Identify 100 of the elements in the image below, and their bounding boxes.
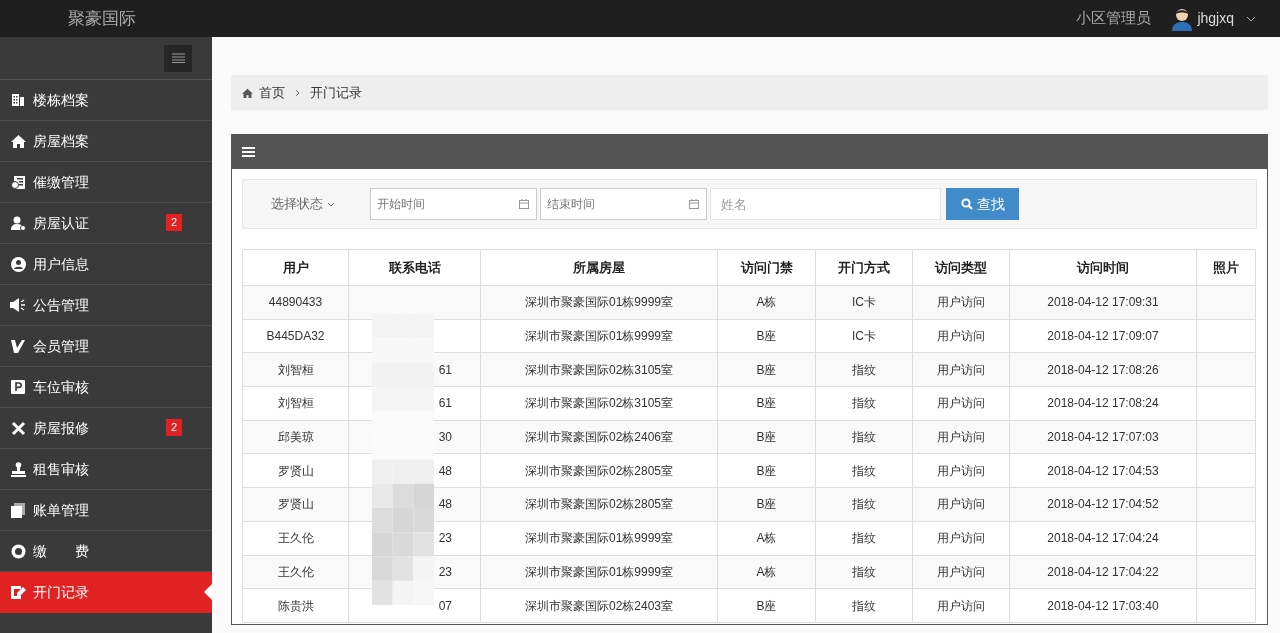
table-cell: 指纹 (852, 463, 876, 478)
table-cell: 深圳市聚豪国际02栋2406室 (524, 430, 673, 445)
table-cell: 指纹 (852, 362, 876, 377)
table-cell: 深圳市聚豪国际02栋2403室 (524, 598, 673, 613)
table-cell: 用户访问 (937, 598, 985, 613)
sidebar-item[interactable]: 房屋认证 2 (0, 203, 212, 244)
table-cell: B座 (756, 598, 777, 613)
sidebar-item[interactable]: 催缴管理 (0, 162, 212, 203)
table-cell: 07 (438, 598, 452, 613)
table-cell: 指纹 (852, 598, 876, 613)
table-cell: 用户访问 (937, 430, 985, 445)
start-date-field[interactable]: 开始时间 (370, 188, 537, 220)
table-cell: 王久伦 (277, 564, 314, 579)
list-icon (242, 146, 255, 157)
brand-name: 聚豪国际 (68, 7, 136, 30)
table-cell: 刘智桓 (277, 362, 314, 377)
menu-toggle-button[interactable] (164, 44, 192, 72)
sidebar-item[interactable]: 车位审核 (0, 367, 212, 408)
table-cell: 用户访问 (937, 329, 985, 344)
table-cell: 深圳市聚豪国际02栋2805室 (524, 497, 673, 512)
building-icon (11, 93, 25, 107)
table-cell: 罗贤山 (277, 463, 314, 478)
table-cell: 王久伦 (277, 531, 314, 546)
sidebar-item[interactable]: 用户信息 (0, 244, 212, 285)
table-cell: 指纹 (852, 497, 876, 512)
table-cell: 2018-04-12 17:07:03 (1047, 430, 1159, 445)
breadcrumb-link[interactable]: 首页 (259, 82, 285, 103)
sidebar-item[interactable]: 房屋报修 2 (0, 408, 212, 449)
table-cell: B445DA32 (266, 329, 325, 344)
table-cell: A栋 (756, 531, 777, 546)
chevron-down-icon (327, 201, 335, 207)
end-date-field[interactable]: 结束时间 (540, 188, 707, 220)
column-header: 联系电话 (348, 249, 481, 286)
document-icon (10, 174, 26, 190)
table-cell: B座 (756, 497, 777, 512)
table-cell: 深圳市聚豪国际01栋9999室 (524, 329, 673, 344)
pages-icon (11, 502, 25, 518)
sidebar-item[interactable]: 账单管理 (0, 490, 212, 531)
breadcrumb-current: 开门记录 (310, 83, 362, 102)
tools-icon (10, 420, 26, 436)
chevron-down-icon (1246, 15, 1256, 22)
table-cell: 2018-04-12 17:09:07 (1047, 329, 1159, 344)
table-cell: 深圳市聚豪国际01栋9999室 (524, 295, 673, 310)
calendar-icon (519, 199, 529, 209)
sidebar-label: 租售审核 (33, 459, 89, 479)
table-cell: 2018-04-12 17:04:24 (1047, 531, 1159, 546)
table-cell: 指纹 (852, 430, 876, 445)
home-icon (242, 87, 253, 98)
sidebar-label: 楼栋档案 (33, 90, 89, 110)
table-cell: 用户访问 (937, 396, 985, 411)
table-cell: 深圳市聚豪国际01栋9999室 (524, 564, 673, 579)
table-cell: 用户访问 (937, 295, 985, 310)
table-cell: 48 (438, 463, 452, 478)
sidebar-label: 会员管理 (33, 336, 89, 356)
table-cell: 指纹 (852, 396, 876, 411)
column-header: 访问门禁 (717, 249, 816, 286)
status-dropdown[interactable]: 选择状态 (271, 194, 367, 214)
table-cell: 罗贤山 (277, 497, 314, 512)
column-header: 访问类型 (912, 249, 1010, 286)
calendar-icon (689, 199, 699, 209)
table-cell: 2018-04-12 17:04:53 (1047, 463, 1159, 478)
stamp-icon (10, 461, 26, 477)
parking-icon (11, 380, 25, 394)
chevron-right-icon (295, 88, 300, 97)
table-cell: IC卡 (852, 295, 876, 310)
table-cell: 深圳市聚豪国际02栋3105室 (524, 362, 673, 377)
speaker-icon (10, 298, 26, 312)
table-cell: 刘智桓 (277, 396, 314, 411)
table-cell: 用户访问 (937, 497, 985, 512)
user-menu[interactable]: jhgjxq (1171, 6, 1256, 31)
table-cell: 深圳市聚豪国际02栋2805室 (524, 463, 673, 478)
count-badge: 2 (166, 419, 183, 436)
column-header: 开门方式 (815, 249, 913, 286)
table-cell: 深圳市聚豪国际01栋9999室 (524, 531, 673, 546)
sidebar-label: 缴 费 (33, 541, 89, 561)
table-cell: 2018-04-12 17:04:22 (1047, 564, 1159, 579)
column-header: 用户 (242, 249, 349, 286)
sidebar-item[interactable]: 开门记录 (0, 572, 212, 613)
table-cell: 用户访问 (937, 531, 985, 546)
table-cell: B座 (756, 463, 777, 478)
user-icon (10, 215, 26, 231)
table-cell: 2018-04-12 17:04:52 (1047, 497, 1159, 512)
table-cell: 44890433 (268, 295, 323, 310)
search-button[interactable]: 查找 (946, 188, 1019, 220)
column-header: 访问时间 (1009, 249, 1197, 286)
column-header: 所属房屋 (480, 249, 718, 286)
name-field[interactable]: 姓名 (710, 188, 941, 220)
column-header: 照片 (1196, 249, 1256, 286)
table-cell: 用户访问 (937, 463, 985, 478)
sidebar-label: 房屋档案 (33, 131, 89, 151)
table-cell: 邱美琼 (277, 430, 314, 445)
count-badge: 2 (166, 214, 183, 231)
avatar-icon (1171, 6, 1194, 31)
table-cell: IC卡 (852, 329, 876, 344)
table-cell: 陈贵洪 (277, 598, 314, 613)
table-cell: B座 (756, 396, 777, 411)
sidebar-label: 房屋报修 (33, 418, 89, 438)
table-cell: 指纹 (852, 531, 876, 546)
table-cell: 2018-04-12 17:08:24 (1047, 396, 1159, 411)
edit-icon (10, 585, 26, 599)
